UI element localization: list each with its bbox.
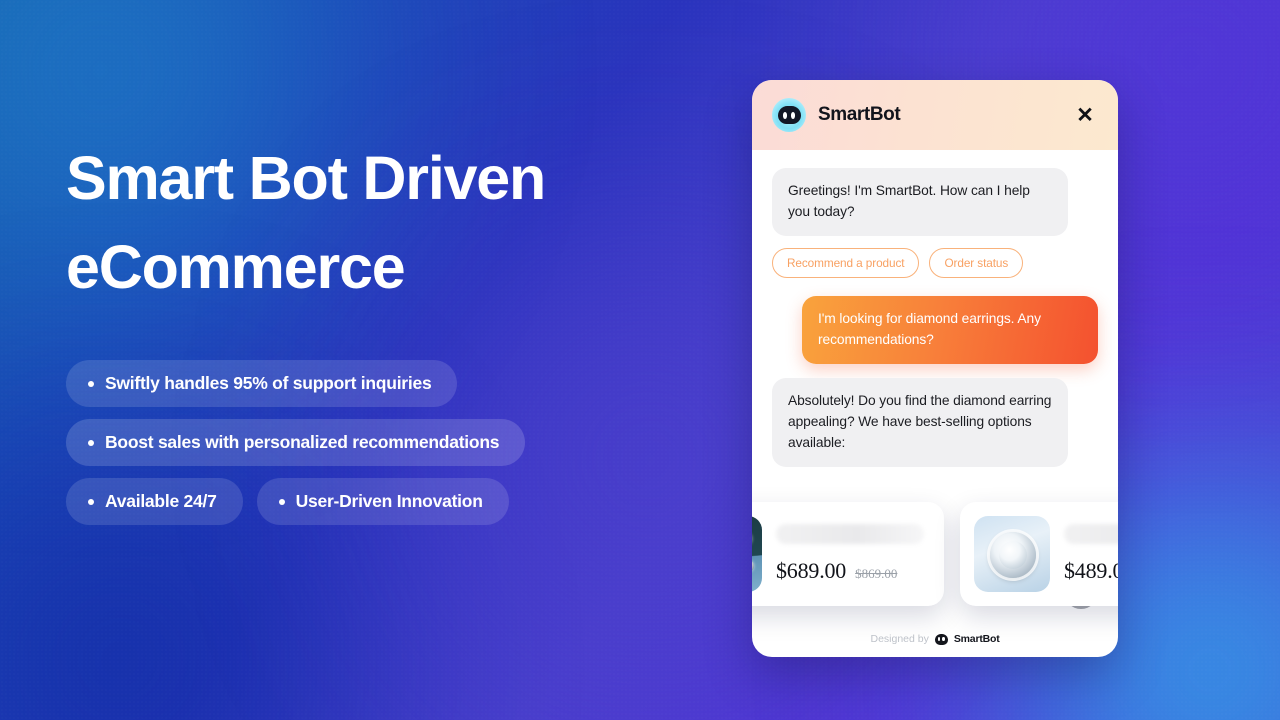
hero-banner: Smart Bot Driven eCommerce Swiftly handl…	[0, 0, 1280, 720]
diamond-icon	[990, 532, 1036, 578]
product-price-row: $689.00 $869.00	[776, 558, 930, 584]
feature-pill-user-driven-innovation[interactable]: User-Driven Innovation	[256, 478, 509, 525]
feature-row-2: Boost sales with personalized recommenda…	[66, 419, 706, 466]
chat-message-bot-reply: Absolutely! Do you find the diamond earr…	[772, 377, 1068, 467]
feature-pill-label: Boost sales with personalized recommenda…	[105, 432, 500, 452]
feature-pill-boost-sales[interactable]: Boost sales with personalized recommenda…	[66, 419, 526, 466]
product-title-placeholder	[776, 524, 924, 544]
chat-message-list: Greetings! I'm SmartBot. How can I help …	[752, 150, 1118, 606]
product-card[interactable]: $689.00 $869.00	[752, 502, 944, 606]
robot-head-shape	[777, 106, 801, 124]
feature-pill-support-inquiries[interactable]: Swiftly handles 95% of support inquiries	[66, 360, 458, 407]
bullet-icon	[88, 498, 94, 505]
feature-pill-label: Swiftly handles 95% of support inquiries	[105, 373, 432, 393]
feature-pill-label: User-Driven Innovation	[295, 491, 483, 511]
product-price: $489.00	[1064, 558, 1118, 583]
bullet-icon	[88, 439, 94, 446]
quick-reply-chips: Recommend a product Order status	[772, 247, 1098, 278]
footer-brand: SmartBot	[953, 633, 1000, 645]
chat-header: SmartBot ✕	[752, 80, 1118, 150]
feature-row-3: Available 24/7 User-Driven Innovation	[66, 478, 706, 525]
bullet-icon	[278, 498, 285, 505]
quick-reply-recommend-a-product[interactable]: Recommend a product	[772, 247, 920, 278]
product-card[interactable]: $489.00 $579.00	[960, 502, 1118, 606]
product-compare-at-price: $869.00	[855, 566, 898, 581]
product-price-row: $489.00 $579.00	[1064, 558, 1118, 584]
diamond-icon	[752, 560, 754, 572]
product-price: $689.00	[776, 558, 847, 583]
feature-pill-label: Available 24/7	[105, 491, 217, 511]
product-image	[974, 516, 1050, 592]
chat-footer-credit: Designed by SmartBot	[752, 629, 1118, 657]
product-info: $689.00 $869.00	[762, 524, 930, 584]
chat-bot-name: SmartBot	[818, 104, 901, 125]
product-title-placeholder	[1064, 524, 1118, 544]
page-title: Smart Bot Driven eCommerce	[66, 144, 546, 302]
smartbot-avatar-icon	[772, 98, 806, 132]
robot-eye-right	[790, 111, 796, 119]
feature-row-1: Swiftly handles 95% of support inquiries	[66, 360, 706, 407]
hero-text-column: Smart Bot Driven eCommerce	[66, 134, 706, 312]
chat-message-bot-greeting: Greetings! I'm SmartBot. How can I help …	[772, 168, 1068, 236]
product-info: $489.00 $579.00	[1050, 524, 1118, 584]
feature-list: Swiftly handles 95% of support inquiries…	[66, 360, 706, 537]
product-image	[752, 516, 762, 592]
robot-eye-left	[782, 111, 788, 119]
chat-widget: SmartBot ✕ Greetings! I'm SmartBot. How …	[752, 80, 1118, 657]
footer-prefix: Designed by	[870, 633, 929, 645]
close-icon[interactable]: ✕	[1072, 102, 1098, 128]
quick-reply-order-status[interactable]: Order status	[929, 247, 1024, 278]
chat-message-user-request: I'm looking for diamond earrings. Any re…	[802, 295, 1098, 364]
bullet-icon	[88, 380, 94, 387]
feature-pill-availability[interactable]: Available 24/7	[66, 478, 243, 525]
smartbot-mini-icon	[934, 633, 948, 645]
product-recommendation-carousel: $689.00 $869.00 $489.00 $579.00	[752, 502, 1118, 606]
